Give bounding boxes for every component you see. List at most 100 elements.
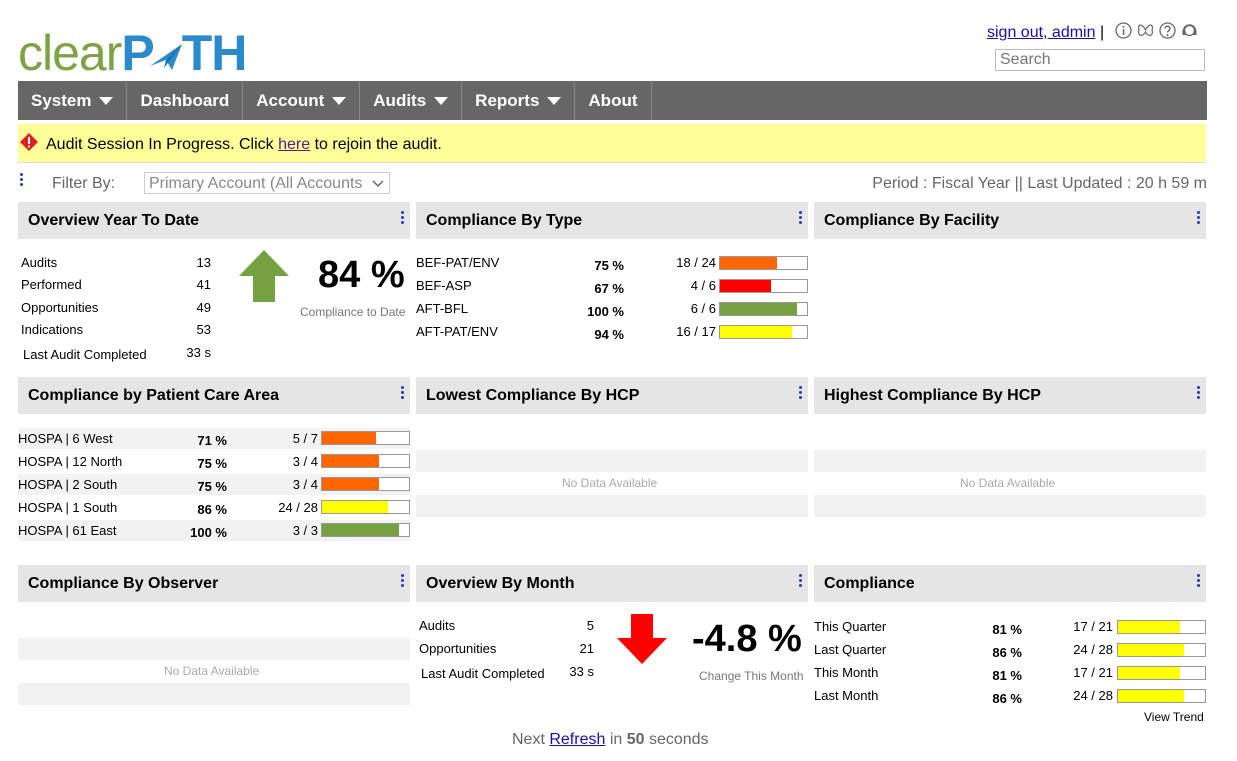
progress-fill <box>720 257 778 269</box>
type-pct: 94 % <box>594 327 624 342</box>
filter-label: Filter By: <box>52 175 116 192</box>
nav-dashboard[interactable]: Dashboard <box>127 81 244 120</box>
area-pct: 71 % <box>197 433 227 448</box>
compliance-ratio: 24 / 28 <box>1073 642 1113 657</box>
panel-menu-icon[interactable] <box>401 211 404 226</box>
nav-account[interactable]: Account <box>243 81 361 120</box>
overview-value: 53 <box>196 322 211 337</box>
compliance-period: This Quarter <box>814 619 887 634</box>
filter-bar: Filter By: Primary Account (All Accounts… <box>18 170 1207 198</box>
info-icon[interactable] <box>1115 22 1132 39</box>
compliance-pct: 81 % <box>992 622 1022 637</box>
nav-system[interactable]: System <box>18 81 128 120</box>
panel-menu-icon[interactable] <box>1197 574 1200 589</box>
rejoin-audit-link[interactable]: here <box>278 136 310 153</box>
panel-menu-icon[interactable] <box>799 211 802 226</box>
area-name: HOSPA | 61 East <box>18 523 117 538</box>
butterfly-icon[interactable] <box>1137 22 1154 39</box>
month-label: Last Audit Completed <box>421 666 545 681</box>
progress-fill <box>720 280 772 292</box>
progress-bar <box>321 500 410 514</box>
change-this-month-value: -4.8 % <box>692 618 802 660</box>
progress-bar <box>719 325 808 339</box>
compliance-ratio: 24 / 28 <box>1073 688 1113 703</box>
panel-compliance-header: Compliance <box>814 565 1206 602</box>
progress-fill <box>322 478 380 490</box>
panel-menu-icon[interactable] <box>1197 386 1200 401</box>
area-pct: 100 % <box>190 525 227 540</box>
progress-bar <box>321 454 410 468</box>
overview-label: Audits <box>21 255 58 270</box>
month-label: Audits <box>419 618 456 633</box>
search-input[interactable] <box>995 49 1205 71</box>
panel-patient-care-header: Compliance by Patient Care Area <box>18 377 410 414</box>
progress-bar <box>1117 620 1206 634</box>
compliance-pct: 86 % <box>992 645 1022 660</box>
progress-bar <box>321 523 410 537</box>
type-ratio: 6 / 6 <box>690 301 716 316</box>
overview-label: Performed <box>21 277 82 292</box>
overview-label: Opportunities <box>21 300 99 315</box>
panel-menu-icon[interactable] <box>1197 211 1200 226</box>
progress-fill <box>322 524 399 536</box>
no-data-highest: No Data Available <box>960 476 1056 490</box>
panel-compliance-type-header: Compliance By Type <box>416 202 808 239</box>
overview-value: 41 <box>196 277 211 292</box>
nav-reports[interactable]: Reports <box>462 81 576 120</box>
month-label: Opportunities <box>419 641 497 656</box>
progress-bar <box>719 302 808 316</box>
no-data-observer: No Data Available <box>164 664 260 678</box>
area-ratio: 5 / 7 <box>292 431 318 446</box>
progress-fill <box>720 303 797 315</box>
account-select[interactable]: Primary Account (All Accounts <box>144 172 390 194</box>
help-icon[interactable] <box>1159 22 1176 39</box>
panel-overview-ytd-header: Overview Year To Date <box>18 202 410 239</box>
overview-label: Last Audit Completed <box>23 347 147 362</box>
filter-menu-icon[interactable] <box>20 173 23 188</box>
compliance-pct: 86 % <box>992 691 1022 706</box>
type-name: AFT-BFL <box>416 301 469 316</box>
arrow-up-icon <box>239 250 289 302</box>
compliance-to-date-caption: Compliance to Date <box>300 305 406 319</box>
compliance-period: Last Month <box>814 688 879 703</box>
panel-menu-icon[interactable] <box>799 574 802 589</box>
area-ratio: 24 / 28 <box>278 500 318 515</box>
overview-label: Indications <box>21 322 84 337</box>
refresh-footer: Next Refresh in 50 seconds <box>512 731 709 748</box>
progress-bar <box>321 477 410 491</box>
view-trend-link[interactable]: View Trend <box>1144 710 1204 724</box>
refresh-link[interactable]: Refresh <box>549 731 605 748</box>
compliance-period: Last Quarter <box>814 642 887 657</box>
progress-fill <box>322 455 380 467</box>
month-value: 21 <box>579 641 594 656</box>
type-name: BEF-ASP <box>416 278 472 293</box>
area-name: HOSPA | 6 West <box>18 431 113 446</box>
panel-menu-icon[interactable] <box>401 386 404 401</box>
progress-bar <box>719 256 808 270</box>
progress-bar <box>1117 689 1206 703</box>
panel-menu-icon[interactable] <box>401 574 404 589</box>
compliance-pct: 81 % <box>992 668 1022 683</box>
nav-about[interactable]: About <box>575 81 652 120</box>
type-pct: 100 % <box>587 304 624 319</box>
nav-audits[interactable]: Audits <box>360 81 463 120</box>
panel-highest-hcp-header: Highest Compliance By HCP <box>814 377 1206 414</box>
panel-menu-icon[interactable] <box>799 386 802 401</box>
progress-fill <box>720 326 792 338</box>
compliance-to-date-value: 84 % <box>318 254 405 296</box>
arrow-down-icon <box>617 614 667 664</box>
change-this-month-caption: Change This Month <box>699 669 804 683</box>
type-ratio: 18 / 24 <box>676 255 716 270</box>
progress-fill <box>1118 621 1180 633</box>
type-name: AFT-PAT/ENV <box>416 324 498 339</box>
compliance-ratio: 17 / 21 <box>1073 619 1113 634</box>
area-ratio: 3 / 3 <box>292 523 318 538</box>
area-name: HOSPA | 1 South <box>18 500 118 515</box>
progress-bar <box>719 279 808 293</box>
chevron-down-icon <box>372 180 384 188</box>
support-headset-icon[interactable] <box>1181 22 1198 39</box>
progress-fill <box>1118 690 1184 702</box>
chevron-down-icon <box>332 96 347 105</box>
sign-out-link[interactable]: sign out, admin <box>987 24 1096 41</box>
panel-month-header: Overview By Month <box>416 565 808 602</box>
